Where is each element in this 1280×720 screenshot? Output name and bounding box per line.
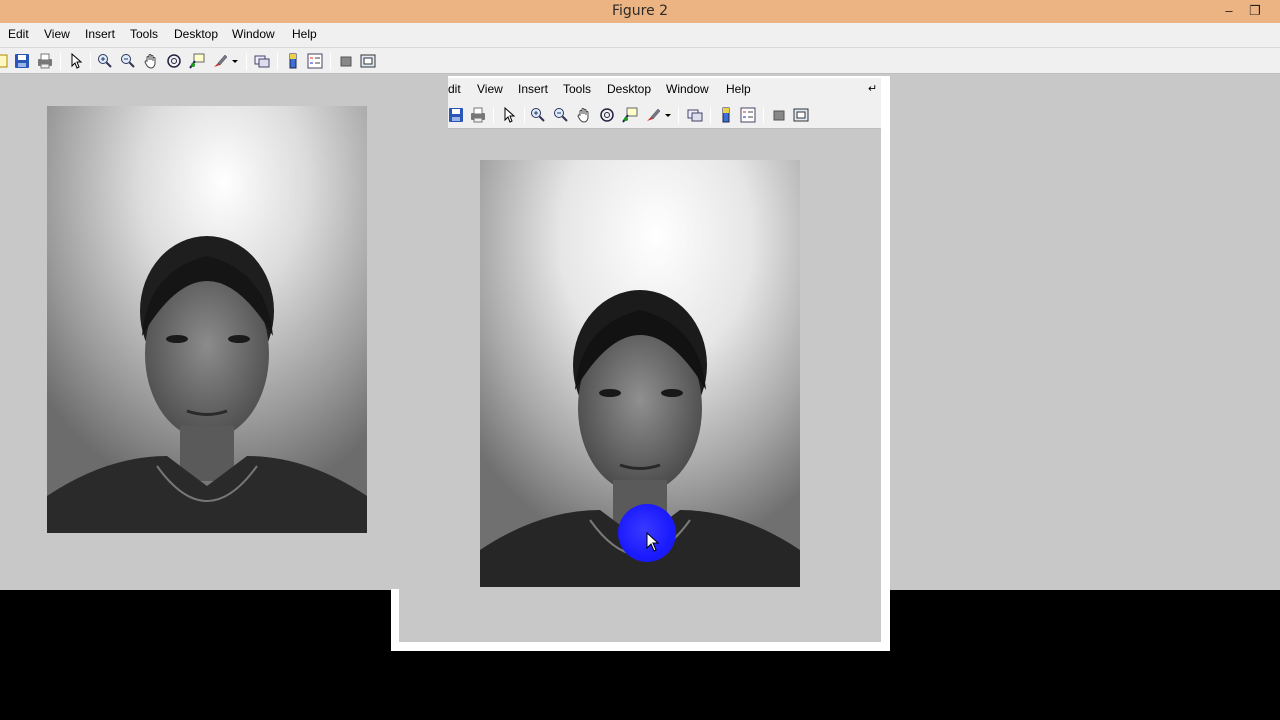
menu-bar: Edit View Insert Tools Desktop Window He… <box>0 23 1280 47</box>
brush-dropdown-icon[interactable] <box>230 53 240 69</box>
link-icon[interactable] <box>254 53 270 69</box>
menu-window[interactable]: Window <box>232 27 275 41</box>
menu-help[interactable]: Help <box>292 27 317 41</box>
menu-view[interactable]: View <box>44 27 70 41</box>
menu2-view[interactable]: View <box>477 82 503 96</box>
window-title: Figure 2 <box>611 3 669 19</box>
second-figure-toolbar <box>448 102 881 129</box>
print-icon[interactable] <box>37 53 53 69</box>
menu-tools[interactable]: Tools <box>130 27 158 41</box>
show-plot-tools-icon[interactable] <box>793 107 809 123</box>
second-menu-bar: dit View Insert Tools Desktop Window Hel… <box>448 78 881 102</box>
legend-icon[interactable] <box>307 53 323 69</box>
menu2-tools[interactable]: Tools <box>563 82 591 96</box>
figure-toolbar <box>0 47 1280 74</box>
title-bar[interactable]: Figure 2 – ❐ <box>0 0 1280 23</box>
menu-desktop[interactable]: Desktop <box>174 27 218 41</box>
pan-hand-icon[interactable] <box>576 107 592 123</box>
brush-icon[interactable] <box>645 107 661 123</box>
legend-icon[interactable] <box>740 107 756 123</box>
restore-icon[interactable]: ❐ <box>1244 2 1266 20</box>
minimize-icon[interactable]: – <box>1218 2 1240 20</box>
hide-plot-tools-icon[interactable] <box>338 53 354 69</box>
save-icon[interactable] <box>448 107 464 123</box>
dock-arrow-icon[interactable]: ↵ <box>868 82 877 95</box>
save-icon[interactable] <box>14 53 30 69</box>
print-icon[interactable] <box>470 107 486 123</box>
zoom-out-icon[interactable] <box>120 53 136 69</box>
pointer-icon[interactable] <box>68 53 84 69</box>
pointer-icon[interactable] <box>501 107 517 123</box>
zoom-out-icon[interactable] <box>553 107 569 123</box>
rotate-3d-icon[interactable] <box>166 53 182 69</box>
zoom-in-icon[interactable] <box>530 107 546 123</box>
new-figure-icon[interactable] <box>0 53 10 69</box>
rotate-3d-icon[interactable] <box>599 107 615 123</box>
grayscale-portrait-image <box>47 106 367 533</box>
menu2-insert[interactable]: Insert <box>518 82 548 96</box>
menu2-help[interactable]: Help <box>726 82 751 96</box>
data-cursor-icon[interactable] <box>622 107 638 123</box>
link-icon[interactable] <box>687 107 703 123</box>
menu-edit[interactable]: Edit <box>8 27 29 41</box>
zoom-in-icon[interactable] <box>97 53 113 69</box>
pan-hand-icon[interactable] <box>143 53 159 69</box>
menu2-edit[interactable]: dit <box>448 82 461 96</box>
mouse-pointer-icon <box>646 532 660 552</box>
menu2-desktop[interactable]: Desktop <box>607 82 651 96</box>
data-cursor-icon[interactable] <box>189 53 205 69</box>
hide-plot-tools-icon[interactable] <box>771 107 787 123</box>
menu-insert[interactable]: Insert <box>85 27 115 41</box>
colorbar-icon[interactable] <box>718 107 734 123</box>
show-plot-tools-icon[interactable] <box>360 53 376 69</box>
brush-dropdown-icon[interactable] <box>663 107 673 123</box>
brush-icon[interactable] <box>212 53 228 69</box>
colorbar-icon[interactable] <box>285 53 301 69</box>
menu2-window[interactable]: Window <box>666 82 709 96</box>
